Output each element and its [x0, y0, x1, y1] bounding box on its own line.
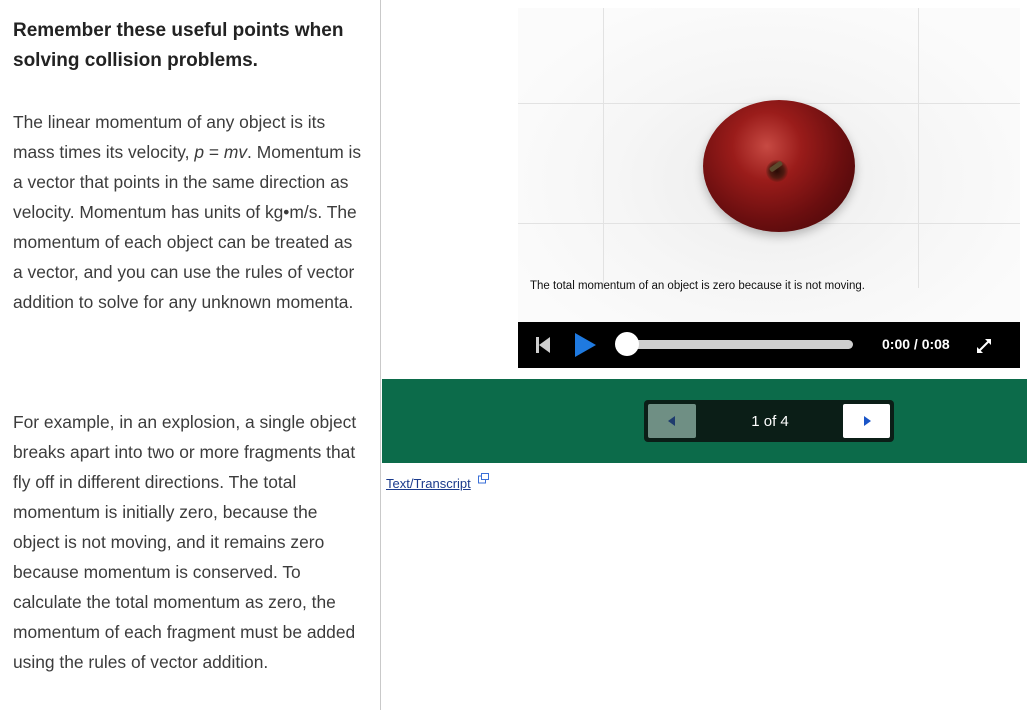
eq-p: p	[194, 142, 205, 162]
fullscreen-icon[interactable]	[975, 337, 993, 355]
chevron-right-icon	[864, 416, 871, 426]
progress-knob[interactable]	[615, 332, 639, 356]
grid-line	[603, 8, 604, 288]
transcript-link[interactable]: Text/Transcript	[386, 476, 471, 491]
momentum-paragraph: The linear momentum of any object is its…	[13, 107, 365, 317]
eq-mv: mv	[223, 142, 248, 162]
para1-text-end: . Momentum is a vector that points in th…	[13, 142, 362, 312]
grid-line	[918, 8, 919, 288]
explosion-paragraph: For example, in an explosion, a single o…	[13, 412, 357, 672]
chevron-left-icon	[668, 416, 675, 426]
popout-window-icon[interactable]	[478, 473, 489, 484]
section-heading: Remember these useful points when solvin…	[13, 20, 344, 71]
eq-equals: =	[204, 142, 224, 162]
page-indicator: 1 of 4	[751, 413, 789, 430]
progress-track[interactable]	[627, 340, 853, 349]
restart-icon[interactable]	[536, 336, 550, 354]
video-caption: The total momentum of an object is zero …	[530, 280, 865, 292]
time-display: 0:00 / 0:08	[882, 336, 950, 352]
play-icon[interactable]	[570, 331, 598, 359]
left-text-column: Remember these useful points when solvin…	[0, 0, 381, 710]
